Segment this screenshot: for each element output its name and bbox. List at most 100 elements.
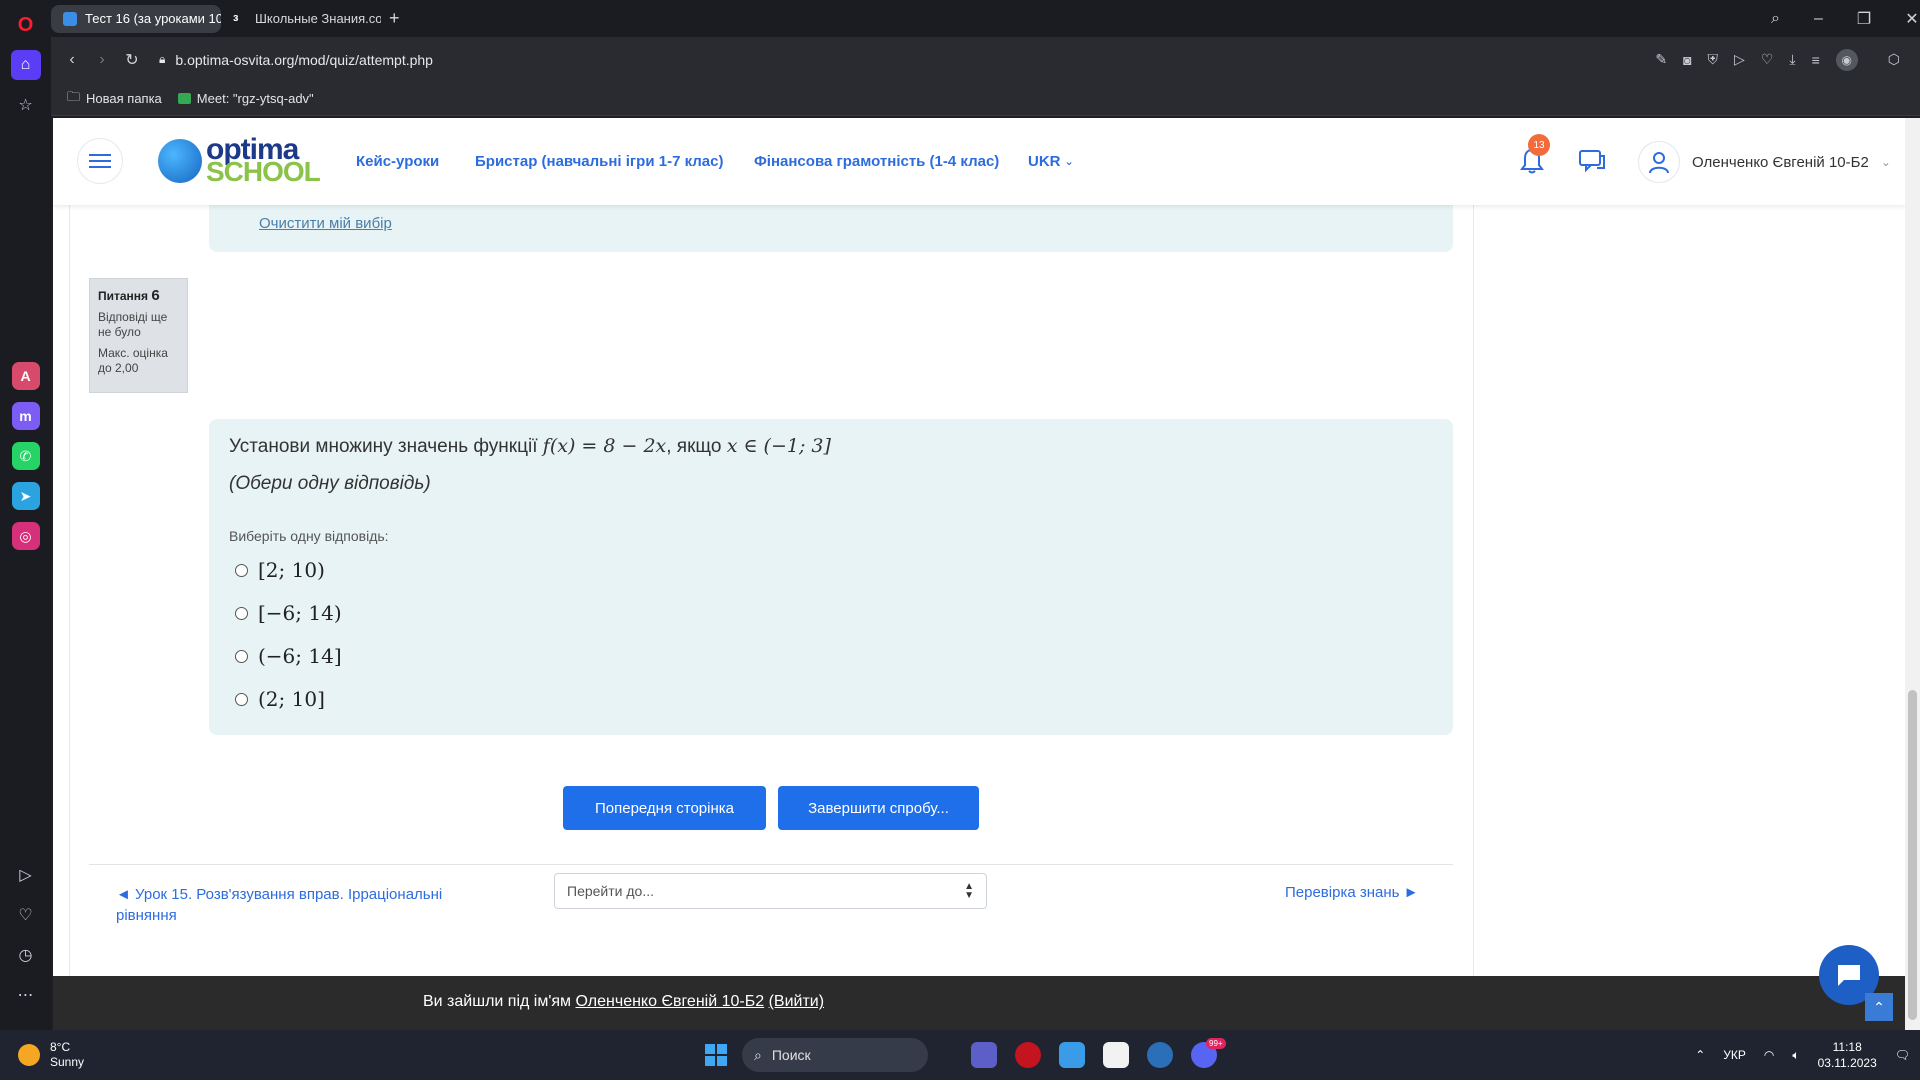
language-label: UKR <box>1028 153 1061 170</box>
radio-button[interactable] <box>235 563 248 577</box>
tray-chevron-icon[interactable]: ⌃ <box>1695 1048 1705 1062</box>
photos-icon[interactable] <box>1059 1042 1085 1068</box>
clock[interactable]: 11:18 03.11.2023 <box>1818 1039 1877 1071</box>
question-panel: Установи множину значень функції f(x) = … <box>209 419 1453 735</box>
bookmark-folder[interactable]: 🗀 Новая папка <box>67 88 162 110</box>
radio-button[interactable] <box>235 606 248 620</box>
hamburger-menu-button[interactable] <box>77 138 123 184</box>
answer-option-label[interactable]: (2; 10] <box>258 687 325 711</box>
aria-icon[interactable]: A <box>11 362 40 390</box>
tab-znania-label: Школьные Знания.com <box>255 11 381 26</box>
scroll-to-top-button[interactable]: ⌃ <box>1865 993 1893 1021</box>
extensions-icon[interactable]: ⬡ <box>1888 51 1900 68</box>
answer-option-label[interactable]: [−6; 14) <box>258 601 342 625</box>
previous-activity-link[interactable]: ◄ Урок 15. Розв'язування вправ. Ірраціон… <box>116 884 496 926</box>
bookmark-meet[interactable]: Meet: "rgz-ytsq-adv" <box>177 91 314 106</box>
edit-icon[interactable]: ✎ <box>1655 51 1667 68</box>
search-tabs-icon[interactable]: ⌕ <box>1771 10 1780 28</box>
app-icon[interactable] <box>1147 1042 1173 1068</box>
minimize-icon[interactable]: – <box>1814 10 1823 28</box>
answer-option-label[interactable]: [2; 10) <box>258 558 325 582</box>
scrollbar-thumb[interactable] <box>1908 690 1917 1020</box>
teams-icon[interactable] <box>971 1042 997 1068</box>
wifi-icon[interactable]: ◠ <box>1764 1048 1774 1062</box>
jump-to-select[interactable]: Перейти до... ▲ ▼ <box>554 873 987 909</box>
back-icon[interactable]: ‹ <box>57 51 87 69</box>
bookmark-meet-label: Meet: "rgz-ytsq-adv" <box>196 91 314 106</box>
nav-case-lessons[interactable]: Кейс-уроки <box>356 118 439 205</box>
taskbar-search[interactable]: ⌕ Поиск <box>742 1038 928 1072</box>
star-icon[interactable]: ☆ <box>11 90 41 120</box>
taskbar-search-label: Поиск <box>771 1047 811 1063</box>
finish-attempt-button[interactable]: Завершити спробу... <box>778 786 979 830</box>
opera-taskbar-icon[interactable] <box>1015 1042 1041 1068</box>
url-field[interactable]: 🔒︎ b.optima-osvita.org/mod/quiz/attempt.… <box>159 52 433 68</box>
heart-icon[interactable]: ♡ <box>1761 51 1774 68</box>
question-max-grade: Макс. оцінка до 2,00 <box>98 346 168 375</box>
favicon-optima-icon <box>63 11 77 26</box>
notifications-icon[interactable]: 🗨︎ <box>1895 1048 1910 1062</box>
clear-choice-link[interactable]: Очистити мій вибір <box>259 215 392 232</box>
answer-option[interactable]: [−6; 14) <box>235 601 342 625</box>
nav-financial-literacy[interactable]: Фінансова грамотність (1-4 клас) <box>754 118 999 205</box>
logged-in-text: Ви зайшли під ім'ям Оленченко Євгеній 10… <box>423 993 824 1011</box>
tab-znania[interactable]: з Школьные Знания.com <box>221 5 381 33</box>
sun-icon <box>18 1044 40 1066</box>
previous-page-button[interactable]: Попередня сторінка <box>563 786 766 830</box>
logout-link[interactable]: (Вийти) <box>769 993 824 1010</box>
user-icon <box>1649 152 1669 174</box>
reload-icon[interactable]: ↻ <box>117 50 147 70</box>
radio-button[interactable] <box>235 692 248 706</box>
select-caret-icon: ▲ ▼ <box>964 881 974 901</box>
opera-logo-icon[interactable]: O <box>11 10 41 40</box>
radio-button[interactable] <box>235 649 248 663</box>
restore-icon[interactable]: ❐ <box>1857 9 1871 29</box>
profile-icon[interactable]: ◉ <box>1835 48 1858 71</box>
input-language[interactable]: УКР <box>1723 1048 1746 1062</box>
nav-bristar[interactable]: Бристар (навчальні ігри 1-7 клас) <box>475 118 723 205</box>
telegram-icon[interactable]: ➤ <box>11 482 40 510</box>
more-icon[interactable]: ⋯ <box>11 980 41 1010</box>
camera-icon[interactable]: ◙ <box>1683 52 1691 68</box>
instagram-icon[interactable]: ◎ <box>11 522 40 550</box>
answer-option[interactable]: (2; 10] <box>235 687 325 711</box>
chevron-down-icon: ⌄ <box>1880 155 1891 169</box>
answer-option-label[interactable]: (−6; 14] <box>258 644 342 668</box>
weather-widget[interactable]: 8°C Sunny <box>18 1040 84 1070</box>
meet-icon <box>177 93 191 104</box>
page-scrollbar[interactable] <box>1905 118 1920 1030</box>
home-icon[interactable]: ⌂ <box>10 50 41 80</box>
next-activity-link[interactable]: Перевірка знань ► <box>1285 884 1418 901</box>
discord-badge: 99+ <box>1206 1038 1226 1049</box>
play-icon[interactable]: ▷ <box>1734 51 1745 68</box>
start-button[interactable] <box>705 1044 727 1066</box>
new-tab-button[interactable]: + <box>381 5 408 33</box>
download-icon[interactable]: ⤓ <box>1789 51 1795 68</box>
jump-to-placeholder: Перейти до... <box>567 883 654 899</box>
user-menu[interactable]: Оленченко Євгеній 10-Б2 ⌄ <box>1638 140 1891 184</box>
heart-icon[interactable]: ♡ <box>11 900 41 930</box>
answer-option[interactable]: [2; 10) <box>235 558 325 582</box>
forward-icon[interactable]: › <box>87 51 117 69</box>
answer-option[interactable]: (−6; 14] <box>235 644 342 668</box>
footer-user-link[interactable]: Оленченко Євгеній 10-Б2 <box>576 993 765 1010</box>
temperature: 8°C <box>50 1040 71 1054</box>
player-icon[interactable]: ▷ <box>11 860 41 890</box>
notepad-icon[interactable] <box>1103 1042 1129 1068</box>
menu-icon[interactable]: ≡ <box>1812 52 1820 68</box>
volume-icon[interactable]: 🔈︎ <box>1792 1048 1799 1063</box>
tab-quiz[interactable]: Тест 16 (за уроками 10-1 <box>51 4 221 33</box>
history-icon[interactable]: ◷ <box>11 940 41 970</box>
shield-icon[interactable]: ⛨ <box>1708 51 1719 68</box>
language-selector[interactable]: UKR ⌄ <box>1028 118 1074 205</box>
question-text-middle: , якщо <box>666 436 722 457</box>
messages-icon[interactable] <box>1577 146 1607 176</box>
whatsapp-icon[interactable]: ✆ <box>11 442 40 470</box>
close-icon[interactable]: ✕ <box>1905 9 1918 29</box>
messenger-icon[interactable]: m <box>11 402 40 430</box>
browser-sidebar: O ⌂ ☆ A m ✆ ➤ ◎ ▷ ♡ ◷ ⋯ <box>0 0 51 1030</box>
notification-badge: 13 <box>1528 134 1550 156</box>
site-logo[interactable]: optima SCHOOL <box>158 135 321 186</box>
question-number-value: 6 <box>151 287 160 304</box>
question-number: Питання 6 <box>98 287 179 304</box>
